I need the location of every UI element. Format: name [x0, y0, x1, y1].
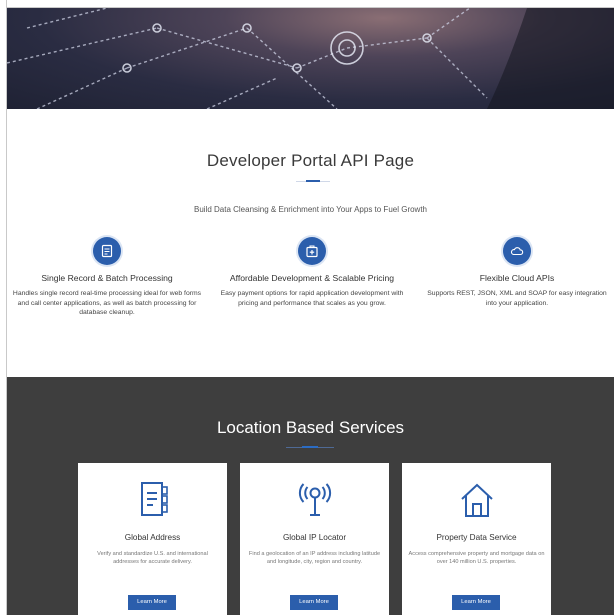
feature-description: Supports REST, JSON, XML and SOAP for ea… — [427, 290, 607, 307]
feature-description: Easy payment options for rapid applicati… — [220, 290, 404, 307]
feature-affordable-pricing: Affordable Development & Scalable Pricin… — [212, 237, 412, 308]
learn-more-button[interactable]: Learn More — [452, 595, 500, 610]
title-divider-accent — [306, 180, 320, 182]
learn-more-button[interactable]: Learn More — [128, 595, 176, 610]
card-description: Find a geolocation of an IP address incl… — [248, 551, 381, 566]
card-description: Verify and standardize U.S. and internat… — [97, 551, 208, 566]
feature-single-record: Single Record & Batch Processing Handles… — [7, 237, 207, 318]
window-top-border — [0, 0, 614, 8]
feature-title: Flexible Cloud APIs — [479, 273, 555, 283]
house-icon — [402, 481, 551, 519]
window-left-border — [0, 0, 7, 615]
card-title: Global Address — [124, 533, 181, 542]
card-title: Global IP Locator — [282, 533, 347, 542]
card-property-data-service: Property Data Service Access comprehensi… — [402, 463, 551, 615]
address-book-icon — [78, 481, 227, 519]
page-title: Developer Portal API Page — [206, 151, 415, 170]
feature-title: Single Record & Batch Processing — [41, 273, 173, 283]
network-graphic — [7, 8, 614, 109]
section-divider-accent — [302, 446, 318, 448]
page: Developer Portal API Page Build Data Cle… — [7, 8, 614, 615]
learn-more-button[interactable]: Learn More — [290, 595, 338, 610]
document-icon — [93, 237, 121, 265]
hero-banner — [7, 8, 614, 109]
cloud-icon — [503, 237, 531, 265]
card-global-ip-locator: Global IP Locator Find a geolocation of … — [240, 463, 389, 615]
location-services-section: Location Based Services Global Address V… — [7, 377, 614, 615]
card-global-address: Global Address Verify and standardize U.… — [78, 463, 227, 615]
wallet-plus-icon — [298, 237, 326, 265]
card-description: Access comprehensive property and mortga… — [408, 551, 545, 566]
section-title: Location Based Services — [216, 418, 405, 437]
card-title: Property Data Service — [436, 533, 517, 542]
feature-title: Affordable Development & Scalable Pricin… — [229, 273, 395, 283]
feature-description: Handles single record real-time processi… — [12, 290, 202, 316]
feature-cloud-apis: Flexible Cloud APIs Supports REST, JSON,… — [417, 237, 614, 308]
intro-section: Developer Portal API Page Build Data Cle… — [7, 109, 614, 377]
page-subtitle: Build Data Cleansing & Enrichment into Y… — [193, 205, 428, 214]
ip-locator-icon — [240, 481, 389, 519]
